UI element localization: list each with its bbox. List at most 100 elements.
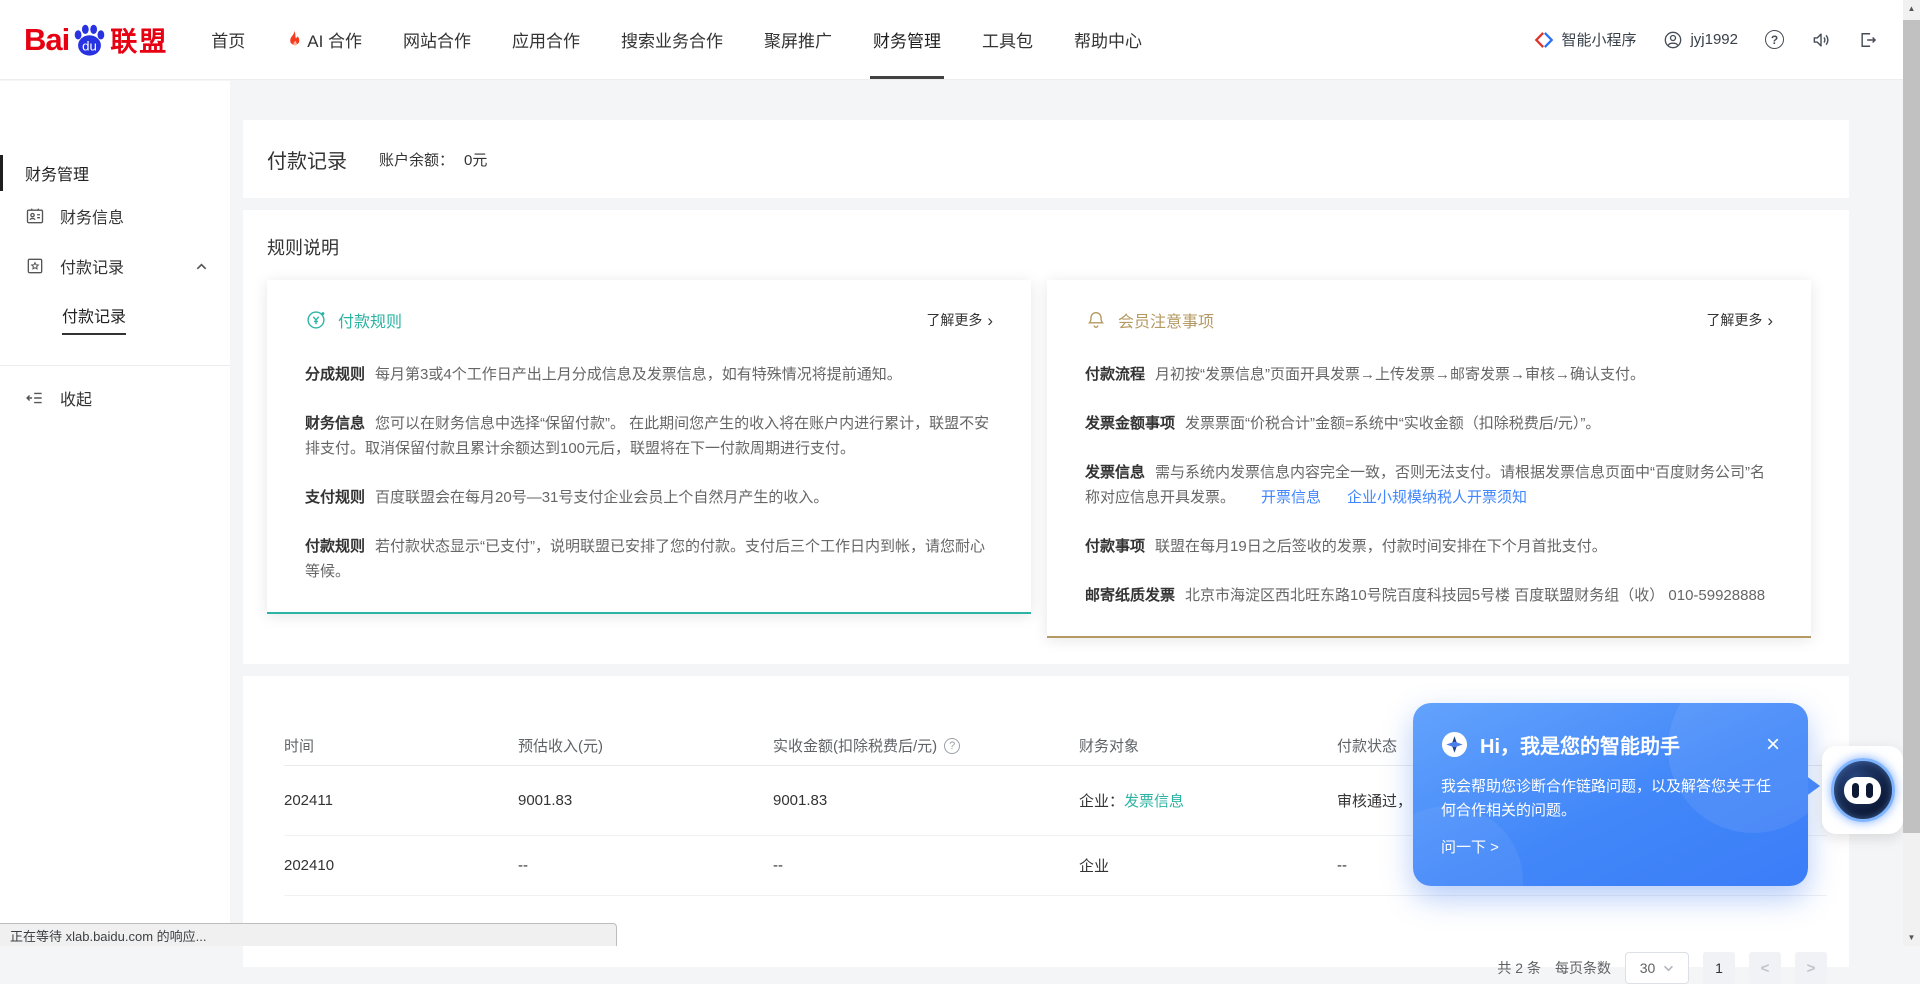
nav-item-app-coop[interactable]: 应用合作 <box>509 0 583 79</box>
sidebar-item-label: 付款记录 <box>60 254 124 278</box>
cell-actual-amount: 9001.83 <box>773 792 1079 809</box>
column-header: 财务对象 <box>1079 735 1337 756</box>
rule-card-title: 付款规则 <box>338 308 402 332</box>
learn-more-link[interactable]: 了解更多 › <box>926 310 993 330</box>
cell-actual-amount: -- <box>773 857 1079 874</box>
rules-section: 规则说明 付款规则 了解更多 › <box>243 210 1849 664</box>
nav-item-help-center[interactable]: 帮助中心 <box>1071 0 1145 79</box>
pagination-next-button[interactable]: > <box>1795 952 1827 984</box>
scroll-up-arrow[interactable]: ▲ <box>1903 0 1920 17</box>
nav-item-ai-coop[interactable]: AI 合作 <box>283 0 365 79</box>
rule-item-text: 发票票面“价税合计”金额=系统中“实收金额（扣除税费后/元）”。 <box>1185 415 1600 432</box>
sidebar-group-finance-management[interactable]: 财务管理 <box>0 155 230 191</box>
sidebar: 财务管理 财务信息 付款记录 付款记录 <box>0 81 230 946</box>
user-account[interactable]: jyj1992 <box>1663 30 1738 50</box>
scrollbar-thumb[interactable] <box>1903 20 1920 833</box>
page-header-card: 付款记录 账户余额： 0元 <box>243 120 1849 198</box>
nav-item-screen-promo[interactable]: 聚屏推广 <box>761 0 835 79</box>
nav-item-label: 网站合作 <box>403 27 471 52</box>
close-icon[interactable]: × <box>1766 733 1780 757</box>
pagination-page-1[interactable]: 1 <box>1703 952 1735 984</box>
nav-item-label: 应用合作 <box>512 27 580 52</box>
nav-item-finance[interactable]: 财务管理 <box>870 0 944 79</box>
balance-value: 0元 <box>464 152 487 169</box>
help-circle-icon[interactable]: ? <box>1765 30 1784 49</box>
scrollbar[interactable]: ▲ ▼ <box>1903 0 1920 946</box>
chevron-down-icon <box>1663 965 1674 972</box>
rule-item: 财务信息您可以在财务信息中选择“保留付款”。 在此期间您产生的收入将在账户内进行… <box>305 411 993 461</box>
nav-item-search-coop[interactable]: 搜索业务合作 <box>618 0 726 79</box>
nav-item-label: 聚屏推广 <box>764 27 832 52</box>
nav-item-website-coop[interactable]: 网站合作 <box>400 0 474 79</box>
sidebar-item-payment-records[interactable]: 付款记录 <box>0 241 230 291</box>
cell-time: 202411 <box>284 792 518 809</box>
assistant-robot-button[interactable] <box>1822 746 1903 834</box>
id-card-icon <box>25 206 45 226</box>
sidebar-subitem-label: 付款记录 <box>62 303 126 335</box>
invoice-info-table-link[interactable]: 发票信息 <box>1124 793 1184 810</box>
rule-item-text: 联盟在每月19日之后签收的发票，付款时间安排在下个月首批支付。 <box>1155 538 1607 555</box>
miniprogram-label: 智能小程序 <box>1561 29 1636 50</box>
per-page-select[interactable]: 30 <box>1625 952 1689 984</box>
compass-icon <box>1441 731 1468 758</box>
nav-item-toolkit[interactable]: 工具包 <box>979 0 1036 79</box>
baidu-union-logo[interactable]: Bai du 联盟 <box>24 0 168 79</box>
sidebar-item-label: 财务信息 <box>60 204 124 228</box>
account-balance: 账户余额： 0元 <box>379 149 487 170</box>
main-menu: 首页 AI 合作 网站合作 应用合作 搜索业务合作 聚屏推广 财务管理 工具包 帮助中心 <box>208 0 1145 79</box>
rule-item-label: 付款事项 <box>1085 538 1145 555</box>
collapse-icon <box>25 388 45 408</box>
assistant-popup: Hi，我是您的智能助手 × 我会帮助您诊断合作链路问题，以及解答您关于任何合作相… <box>1413 703 1808 886</box>
sidebar-subitem-payment-records[interactable]: 付款记录 <box>0 291 230 335</box>
chevron-right-icon: › <box>987 312 993 329</box>
rule-item-text: 北京市海淀区西北旺东路10号院百度科技园5号楼 百度联盟财务组（收） 010-5… <box>1185 587 1765 604</box>
collapse-label: 收起 <box>60 386 92 410</box>
rule-item-label: 发票金额事项 <box>1085 415 1175 432</box>
badge-star-icon <box>25 256 45 276</box>
cell-time: 202410 <box>284 857 518 874</box>
balance-label: 账户余额： <box>379 152 454 169</box>
rule-item-label: 邮寄纸质发票 <box>1085 587 1175 604</box>
pagination-prev-button[interactable]: < <box>1749 952 1781 984</box>
sidebar-group-label: 财务管理 <box>25 161 89 185</box>
user-icon <box>1663 30 1683 50</box>
logout-icon[interactable] <box>1858 30 1878 50</box>
top-nav: Bai du 联盟 首页 AI 合作 网站合作 应用合作 搜索业务合作 聚屏推广 财务管理 工… <box>0 0 1920 80</box>
cell-finance-target: 企业：发票信息 <box>1079 790 1337 811</box>
nav-item-label: 帮助中心 <box>1074 27 1142 52</box>
active-group-indicator <box>0 155 3 191</box>
learn-more-link[interactable]: 了解更多 › <box>1706 310 1773 330</box>
payment-rules-card: 付款规则 了解更多 › 分成规则每月第3或4个工作日产出上月分成信息及发票信息，… <box>267 280 1031 614</box>
sidebar-item-finance-info[interactable]: 财务信息 <box>0 191 230 241</box>
flame-icon <box>286 30 302 49</box>
nav-item-label: 工具包 <box>982 27 1033 52</box>
sidebar-collapse-button[interactable]: 收起 <box>0 376 230 420</box>
logo-text-union: 联盟 <box>110 20 168 59</box>
scroll-down-arrow[interactable]: ▼ <box>1903 929 1920 946</box>
rule-card-title: 会员注意事项 <box>1118 308 1214 332</box>
miniprogram-link[interactable]: 智能小程序 <box>1534 29 1636 50</box>
miniprogram-diamond-icon <box>1534 30 1554 50</box>
sound-icon[interactable] <box>1811 30 1831 50</box>
page-title: 付款记录 <box>267 145 347 174</box>
column-header: 时间 <box>284 735 518 756</box>
rule-item-text: 月初按“发票信息”页面开具发票→上传发票→邮寄发票→审核→确认支付。 <box>1155 366 1645 383</box>
rule-item-label: 分成规则 <box>305 366 365 383</box>
invoice-info-link[interactable]: 开票信息 <box>1261 489 1321 506</box>
rule-item: 付款流程月初按“发票信息”页面开具发票→上传发票→邮寄发票→审核→确认支付。 <box>1085 362 1773 387</box>
rule-item-label: 财务信息 <box>305 415 365 432</box>
member-notes-card: 会员注意事项 了解更多 › 付款流程月初按“发票信息”页面开具发票→上传发票→邮… <box>1047 280 1811 638</box>
column-help-icon[interactable]: ? <box>944 738 960 754</box>
rule-item-text: 您可以在财务信息中选择“保留付款”。 在此期间您产生的收入将在账户内进行累计，联… <box>305 415 989 457</box>
logo-text-bai: Bai <box>24 22 69 58</box>
nav-item-label: 搜索业务合作 <box>621 27 723 52</box>
nav-item-label: 财务管理 <box>873 27 941 52</box>
ask-now-link[interactable]: 问一下 > <box>1441 836 1780 857</box>
nav-item-home[interactable]: 首页 <box>208 0 248 79</box>
rules-section-title: 规则说明 <box>267 234 1825 260</box>
status-text: 正在等待 xlab.baidu.com 的响应... <box>10 926 207 945</box>
small-taxpayer-notice-link[interactable]: 企业小规模纳税人开票须知 <box>1347 489 1527 506</box>
bell-icon <box>1085 309 1107 331</box>
assistant-title: Hi，我是您的智能助手 <box>1480 730 1680 759</box>
coin-icon <box>305 309 327 331</box>
